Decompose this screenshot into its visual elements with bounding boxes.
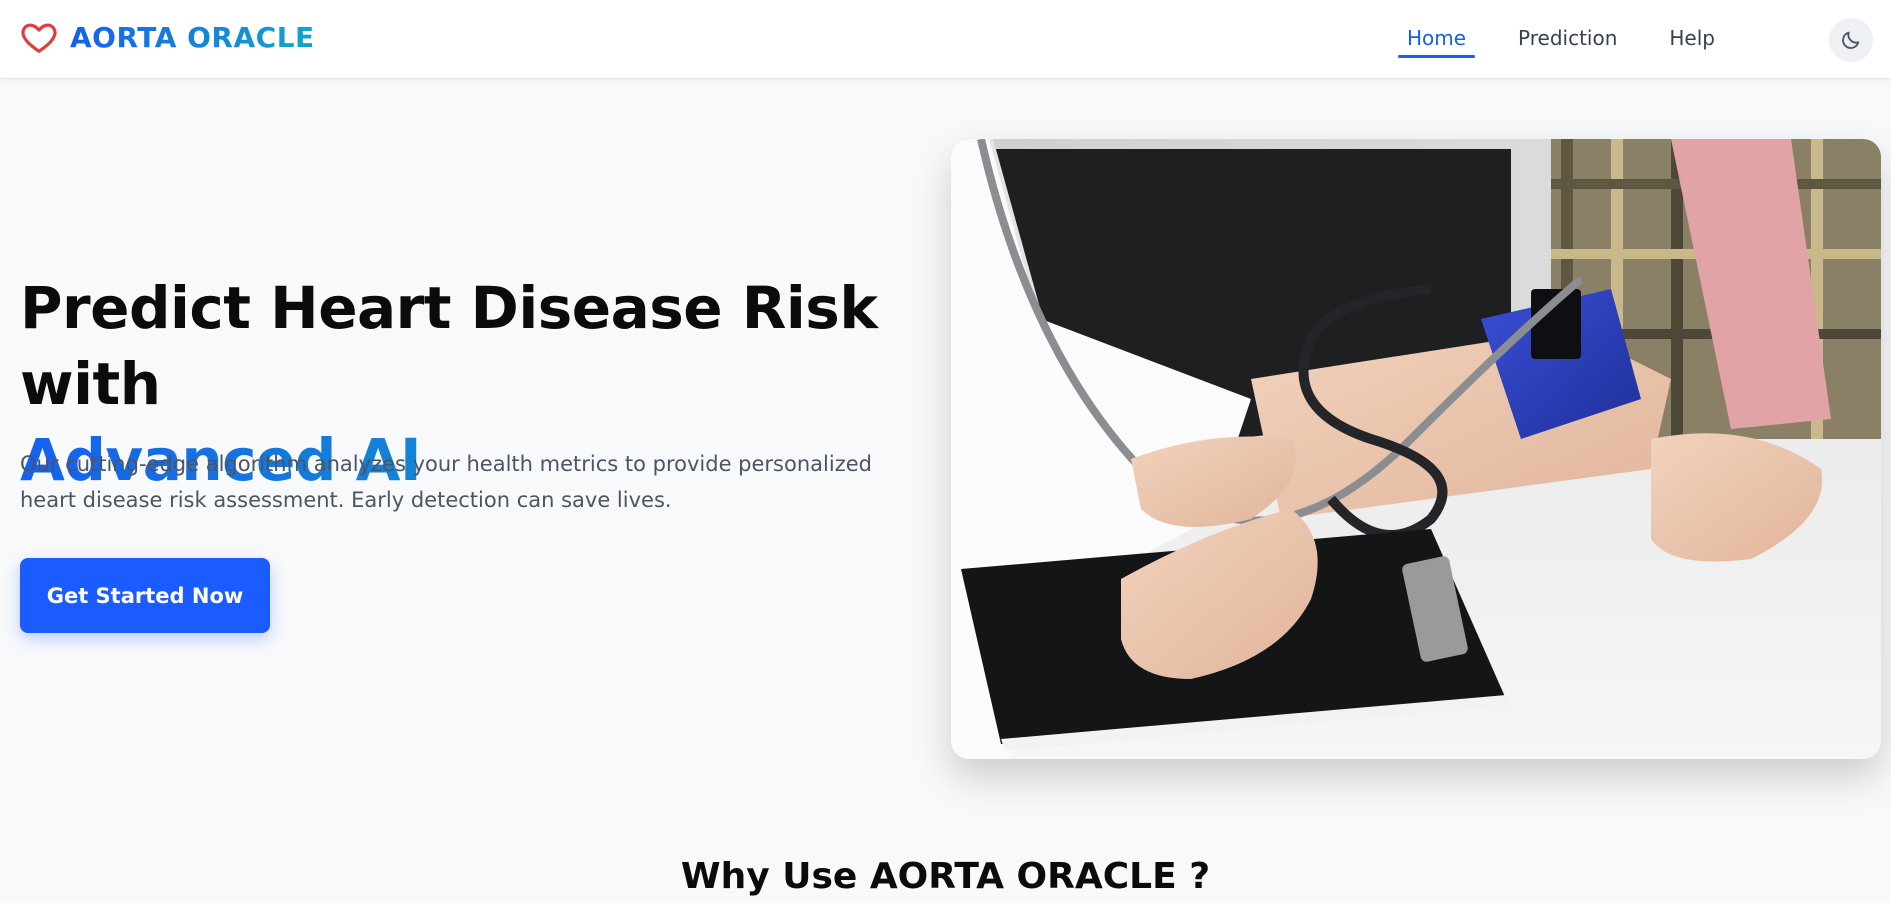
hero-image — [951, 139, 1881, 759]
main-nav: Home Prediction Help — [1381, 0, 1741, 79]
hero-description: Our cutting-edge algorithm analyzes your… — [20, 452, 872, 512]
nav-item-home[interactable]: Home — [1381, 0, 1492, 79]
hero-title-line1: Predict Heart Disease Risk with — [20, 274, 878, 418]
theme-toggle-button[interactable] — [1829, 18, 1873, 62]
get-started-button[interactable]: Get Started Now — [20, 558, 270, 633]
brand-logo-link[interactable]: AORTA ORACLE — [20, 18, 315, 56]
brand-name: AORTA ORACLE — [70, 20, 315, 54]
moon-icon — [1842, 31, 1860, 49]
nav-item-help[interactable]: Help — [1643, 0, 1741, 79]
blood-pressure-photo-illustration — [951, 139, 1881, 759]
top-navbar: AORTA ORACLE Home Prediction Help — [0, 0, 1891, 79]
heart-outline-icon — [21, 23, 57, 53]
section-title: Why Use AORTA ORACLE ? — [680, 856, 1211, 897]
nav-item-prediction[interactable]: Prediction — [1492, 0, 1643, 79]
